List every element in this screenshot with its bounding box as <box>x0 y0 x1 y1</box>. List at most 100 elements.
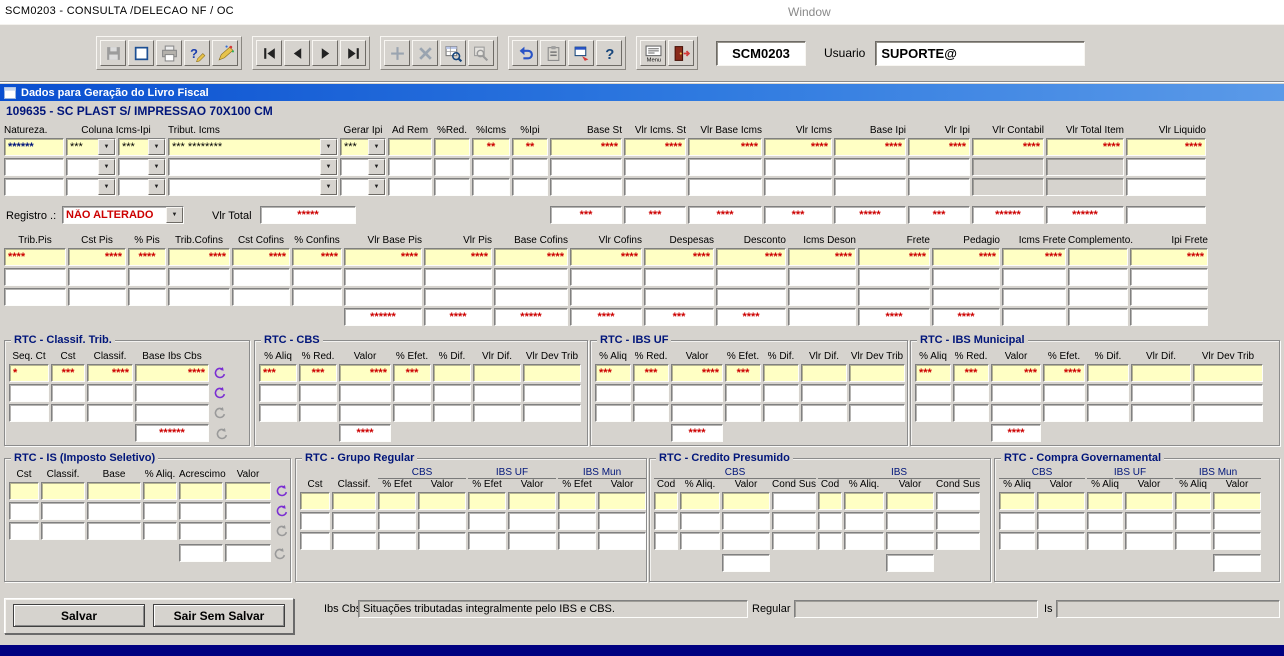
grid-cell[interactable] <box>51 384 85 402</box>
grid-cell[interactable] <box>680 492 720 510</box>
grid-cell[interactable] <box>915 384 951 402</box>
grid-select[interactable]: ▼ <box>168 178 338 196</box>
grid-cell[interactable] <box>9 384 49 402</box>
grid-cell[interactable] <box>1046 178 1124 196</box>
grid-cell[interactable] <box>972 158 1044 176</box>
refresh-icon[interactable] <box>271 545 288 563</box>
grid-cell[interactable] <box>818 532 842 550</box>
grid-cell[interactable] <box>232 288 290 306</box>
grid-cell[interactable] <box>508 492 556 510</box>
grid-cell[interactable] <box>633 384 669 402</box>
grid-cell[interactable]: **** <box>4 248 66 266</box>
grid-cell[interactable] <box>87 482 141 500</box>
add-button[interactable] <box>384 40 410 66</box>
grid-cell[interactable] <box>858 268 930 286</box>
grid-cell[interactable]: ****** <box>4 138 64 156</box>
grid-cell[interactable]: **** <box>671 364 723 382</box>
grid-cell[interactable]: **** <box>128 248 166 266</box>
grid-cell[interactable]: **** <box>932 248 1000 266</box>
grid-cell[interactable] <box>1213 492 1261 510</box>
grid-cell[interactable] <box>818 512 842 530</box>
grid-cell[interactable] <box>1193 384 1263 402</box>
grid-cell[interactable] <box>936 512 980 530</box>
grid-cell[interactable]: **** <box>644 248 714 266</box>
grid-select[interactable]: ▼ <box>340 158 386 176</box>
grid-cell[interactable] <box>844 532 884 550</box>
grid-cell[interactable]: *** <box>259 364 297 382</box>
grid-cell[interactable] <box>595 384 631 402</box>
grid-cell[interactable]: **** <box>424 248 492 266</box>
grid-cell[interactable] <box>9 502 39 520</box>
grid-cell[interactable] <box>688 178 762 196</box>
grid-cell[interactable] <box>339 384 391 402</box>
grid-cell[interactable] <box>9 482 39 500</box>
grid-cell[interactable] <box>764 158 832 176</box>
grid-cell[interactable] <box>259 404 297 422</box>
grid-cell[interactable] <box>671 384 723 402</box>
grid-cell[interactable] <box>1175 492 1211 510</box>
menu-button[interactable]: Menu <box>640 40 666 66</box>
grid-cell[interactable]: ** <box>472 138 510 156</box>
grid-cell[interactable] <box>716 268 786 286</box>
grid-cell[interactable]: *** <box>725 364 761 382</box>
grid-cell[interactable] <box>292 268 342 286</box>
grid-cell[interactable]: **** <box>68 248 126 266</box>
grid-cell[interactable] <box>1037 532 1085 550</box>
grid-cell[interactable] <box>332 532 376 550</box>
nav-prev-button[interactable] <box>284 40 310 66</box>
grid-cell[interactable] <box>953 384 989 402</box>
dropdown-arrow-icon[interactable]: ▼ <box>98 139 115 155</box>
grid-cell[interactable] <box>1068 268 1128 286</box>
grid-cell[interactable] <box>725 404 761 422</box>
grid-cell[interactable] <box>332 512 376 530</box>
grid-cell[interactable] <box>299 404 337 422</box>
grid-cell[interactable] <box>508 532 556 550</box>
grid-cell[interactable] <box>886 492 934 510</box>
grid-cell[interactable] <box>332 492 376 510</box>
grid-cell[interactable] <box>179 522 223 540</box>
grid-cell[interactable] <box>598 512 646 530</box>
grid-cell[interactable] <box>1175 512 1211 530</box>
grid-cell[interactable]: **** <box>232 248 290 266</box>
grid-select[interactable]: ▼ <box>66 178 116 196</box>
grid-cell[interactable] <box>232 268 290 286</box>
grid-cell[interactable] <box>299 384 337 402</box>
grid-cell[interactable] <box>434 138 470 156</box>
grid-cell[interactable] <box>87 404 133 422</box>
grid-cell[interactable]: *** <box>991 364 1041 382</box>
grid-cell[interactable]: **** <box>834 138 906 156</box>
grid-cell[interactable] <box>378 532 416 550</box>
grid-cell[interactable] <box>388 138 432 156</box>
refresh-icon[interactable] <box>273 522 290 540</box>
grid-cell[interactable] <box>143 482 177 500</box>
grid-cell[interactable] <box>764 178 832 196</box>
grid-cell[interactable] <box>434 178 470 196</box>
grid-cell[interactable] <box>1130 268 1208 286</box>
grid-cell[interactable] <box>598 532 646 550</box>
grid-cell[interactable]: **** <box>339 364 391 382</box>
grid-cell[interactable] <box>473 384 521 402</box>
grid-cell[interactable] <box>772 492 816 510</box>
grid-cell[interactable] <box>834 178 906 196</box>
grid-cell[interactable] <box>1130 288 1208 306</box>
grid-cell[interactable]: *** <box>633 364 669 382</box>
window-switch-button[interactable] <box>568 40 594 66</box>
nav-first-button[interactable] <box>256 40 282 66</box>
grid-cell[interactable] <box>87 522 141 540</box>
grid-cell[interactable] <box>1193 404 1263 422</box>
grid-cell[interactable] <box>834 158 906 176</box>
grid-cell[interactable] <box>624 178 686 196</box>
grid-cell[interactable] <box>1131 384 1191 402</box>
grid-cell[interactable] <box>168 268 230 286</box>
grid-cell[interactable] <box>858 288 930 306</box>
refresh-icon[interactable] <box>273 502 290 520</box>
save-button[interactable] <box>100 40 126 66</box>
grid-cell[interactable] <box>1002 288 1066 306</box>
grid-cell[interactable] <box>654 512 678 530</box>
grid-cell[interactable] <box>644 288 714 306</box>
grid-cell[interactable] <box>1175 532 1211 550</box>
grid-cell[interactable] <box>339 404 391 422</box>
grid-cell[interactable] <box>550 158 622 176</box>
dropdown-arrow-icon[interactable]: ▼ <box>320 159 337 175</box>
grid-cell[interactable]: **** <box>1126 138 1206 156</box>
